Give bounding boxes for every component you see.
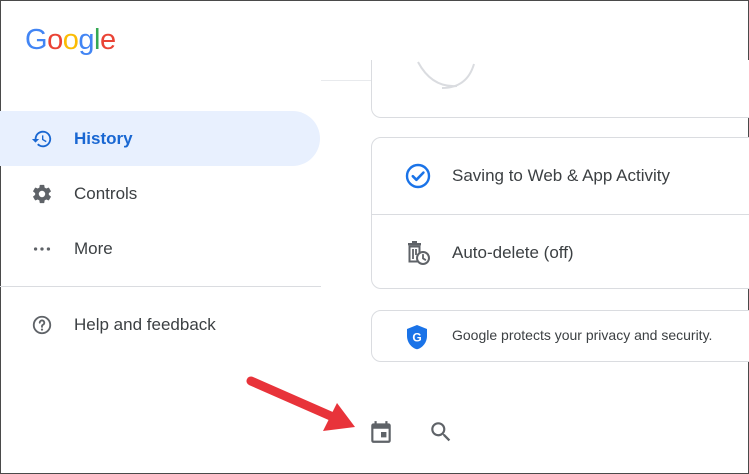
logo-letter: o xyxy=(62,24,79,56)
calendar-button[interactable] xyxy=(368,419,394,445)
sidebar-item-controls[interactable]: Controls xyxy=(0,166,320,221)
sidebar-item-label: More xyxy=(74,238,113,258)
calendar-icon xyxy=(371,421,391,443)
help-icon xyxy=(31,314,53,336)
history-icon xyxy=(31,128,53,150)
sidebar-divider xyxy=(0,286,321,287)
activity-card: Saving to Web & App Activity Auto-delete… xyxy=(371,137,749,289)
search-button[interactable] xyxy=(428,419,454,445)
web-app-activity-row[interactable]: Saving to Web & App Activity xyxy=(372,138,749,213)
logo-letter: e xyxy=(99,24,116,56)
row-label: Saving to Web & App Activity xyxy=(452,165,670,185)
privacy-notice-text: Google protects your privacy and securit… xyxy=(452,327,713,343)
auto-delete-row[interactable]: Auto-delete (off) xyxy=(372,214,749,290)
auto-delete-icon xyxy=(404,239,432,267)
sidebar-item-history[interactable]: History xyxy=(0,111,320,166)
top-card xyxy=(371,60,749,118)
google-logo[interactable]: Google xyxy=(25,24,116,57)
privacy-card[interactable]: G Google protects your privacy and secur… xyxy=(371,310,749,362)
logo-letter: g xyxy=(78,24,94,56)
sidebar-item-label: Help and feedback xyxy=(74,314,216,334)
logo-letter: o xyxy=(47,24,63,56)
row-label: Auto-delete (off) xyxy=(452,242,574,262)
sidebar-item-help[interactable]: Help and feedback xyxy=(0,297,320,352)
sidebar-item-label: Controls xyxy=(74,183,138,203)
sidebar-item-more[interactable]: More xyxy=(0,221,320,276)
more-horiz-icon xyxy=(31,238,53,260)
sidebar-item-label: History xyxy=(74,128,133,148)
logo-letter: G xyxy=(25,24,48,56)
google-shield-icon: G xyxy=(405,324,429,350)
annotation-arrow xyxy=(246,376,355,431)
check-circle-icon xyxy=(404,162,432,190)
gear-icon xyxy=(31,183,53,205)
decorative-illustration xyxy=(417,61,475,89)
svg-text:G: G xyxy=(412,331,421,345)
search-icon xyxy=(431,422,451,442)
